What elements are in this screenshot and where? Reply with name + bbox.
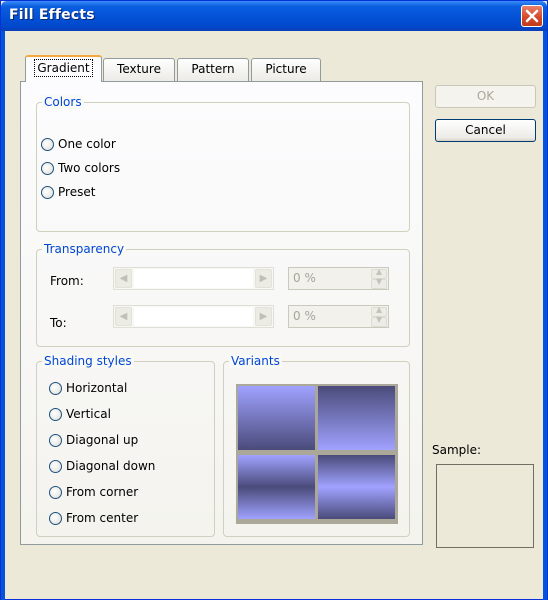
tab-pattern-label: Pattern (191, 62, 235, 76)
chevron-up-icon: ▲ (376, 267, 383, 276)
variants-group: Variants (223, 354, 410, 537)
window-title: Fill Effects (9, 7, 95, 23)
shading-styles-group: Shading styles Horizontal Vertical Diago… (36, 354, 215, 537)
radio-button[interactable] (41, 137, 54, 151)
chevron-down-icon: ▼ (376, 277, 383, 286)
radio-from-center[interactable]: From center (49, 511, 138, 525)
tab-picture-label: Picture (265, 62, 307, 76)
chevron-up-icon: ▲ (376, 305, 383, 314)
radio-one-color-label: One color (58, 137, 116, 151)
to-label: To: (50, 316, 67, 330)
from-label: From: (50, 274, 84, 288)
radio-preset[interactable]: Preset (41, 185, 95, 199)
tab-texture[interactable]: Texture (103, 58, 175, 81)
radio-button[interactable] (49, 485, 62, 499)
radio-diagonal-down-label: Diagonal down (66, 459, 156, 473)
tab-gradient[interactable]: Gradient (25, 55, 102, 82)
radio-button[interactable] (49, 433, 62, 447)
title-bar[interactable]: Fill Effects (1, 1, 547, 31)
tab-picture[interactable]: Picture (251, 58, 321, 81)
radio-button[interactable] (49, 511, 62, 525)
radio-vertical-label: Vertical (66, 407, 111, 421)
sample-preview (436, 464, 534, 548)
gradient-tab-panel: Colors One color Two colors Preset Trans… (20, 81, 423, 545)
variant-swatch-1[interactable] (238, 386, 315, 450)
from-slider-left-arrow[interactable]: ◀ (115, 269, 132, 288)
radio-diagonal-up[interactable]: Diagonal up (49, 433, 138, 447)
to-spin-box[interactable]: 0 % ▲ ▼ (288, 305, 389, 328)
to-slider[interactable]: ◀ ▶ (113, 305, 274, 328)
variants-group-title: Variants (229, 354, 282, 368)
to-slider-left-arrow[interactable]: ◀ (115, 307, 132, 326)
radio-button[interactable] (41, 185, 54, 199)
radio-one-color[interactable]: One color (41, 137, 116, 151)
tab-texture-label: Texture (117, 62, 161, 76)
radio-button[interactable] (49, 381, 62, 395)
radio-preset-label: Preset (58, 185, 96, 199)
transparency-group-title: Transparency (42, 242, 127, 256)
tab-pattern[interactable]: Pattern (177, 58, 249, 81)
to-spin-down[interactable]: ▼ (371, 315, 387, 327)
to-value: 0 % (293, 309, 316, 323)
radio-button[interactable] (49, 459, 62, 473)
window-frame-left (1, 31, 5, 600)
colors-group: Colors One color Two colors Preset (36, 95, 410, 232)
radio-vertical[interactable]: Vertical (49, 407, 111, 421)
radio-button[interactable] (49, 407, 62, 421)
cancel-button[interactable]: Cancel (435, 119, 536, 142)
from-spin-down[interactable]: ▼ (371, 277, 387, 289)
radio-from-center-label: From center (66, 511, 139, 525)
from-slider-track[interactable] (134, 269, 253, 288)
radio-horizontal-label: Horizontal (66, 381, 128, 395)
shading-styles-group-title: Shading styles (42, 354, 134, 368)
radio-button[interactable] (41, 161, 54, 175)
sample-label: Sample: (432, 443, 482, 457)
radio-two-colors[interactable]: Two colors (41, 161, 120, 175)
radio-two-colors-label: Two colors (58, 161, 121, 175)
radio-horizontal[interactable]: Horizontal (49, 381, 127, 395)
variant-swatch-3[interactable] (238, 455, 315, 519)
from-slider[interactable]: ◀ ▶ (113, 267, 274, 290)
transparency-group: Transparency From: ◀ ▶ 0 % ▲ ▼ To: ◀ ▶ 0… (36, 242, 410, 347)
tab-gradient-label: Gradient (34, 59, 93, 77)
to-slider-right-arrow[interactable]: ▶ (255, 307, 272, 326)
close-button[interactable] (521, 5, 543, 27)
window-frame-right (543, 31, 547, 600)
chevron-down-icon: ▼ (376, 315, 383, 324)
ok-button[interactable]: OK (435, 85, 536, 108)
from-spin-box[interactable]: 0 % ▲ ▼ (288, 267, 389, 290)
variants-grid (236, 384, 398, 524)
from-slider-right-arrow[interactable]: ▶ (255, 269, 272, 288)
radio-diagonal-up-label: Diagonal up (66, 433, 139, 447)
from-value: 0 % (293, 271, 316, 285)
variant-swatch-2[interactable] (318, 386, 395, 450)
fill-effects-dialog: Fill Effects Gradient Texture Pattern Pi… (0, 0, 548, 600)
close-icon (525, 9, 539, 23)
radio-diagonal-down[interactable]: Diagonal down (49, 459, 155, 473)
radio-from-corner[interactable]: From corner (49, 485, 138, 499)
colors-group-title: Colors (42, 95, 84, 109)
radio-from-corner-label: From corner (66, 485, 139, 499)
to-slider-track[interactable] (134, 307, 253, 326)
variant-swatch-4[interactable] (318, 455, 395, 519)
